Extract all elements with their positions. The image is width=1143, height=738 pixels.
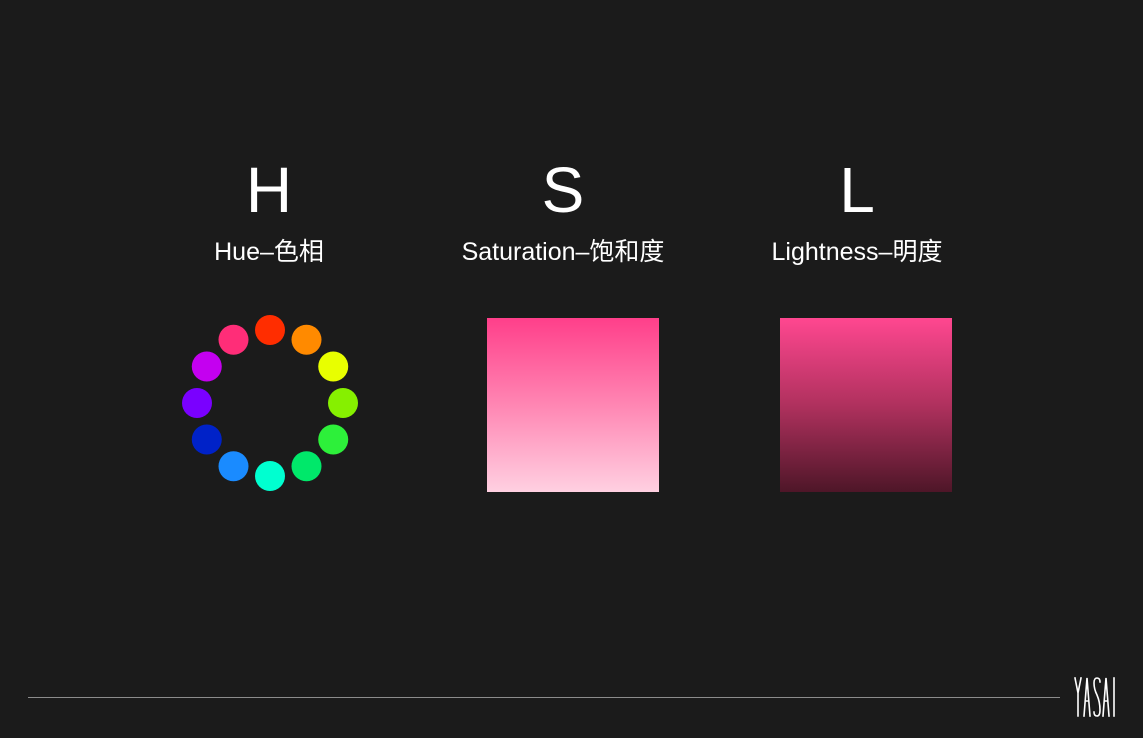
hue-dot <box>218 451 249 482</box>
saturation-label: Saturation–饱和度 <box>461 238 665 266</box>
hue-dot <box>318 351 349 382</box>
hue-dot <box>328 388 358 418</box>
hue-dot <box>291 451 322 482</box>
hue-column: H Hue–色相 <box>119 150 419 270</box>
hue-dot <box>182 388 212 418</box>
saturation-letter: S <box>541 154 585 226</box>
hue-color-wheel <box>182 315 358 491</box>
yasai-logo <box>1074 677 1115 717</box>
hue-dot <box>191 351 222 382</box>
hue-letter: H <box>245 154 293 226</box>
saturation-column: S Saturation–饱和度 <box>413 150 713 270</box>
hue-dot <box>318 424 349 455</box>
lightness-column: L Lightness–明度 <box>707 150 1007 270</box>
lightness-label: Lightness–明度 <box>771 238 943 266</box>
saturation-gradient-swatch <box>487 318 659 492</box>
hue-dot <box>255 315 285 345</box>
hue-label: Hue–色相 <box>214 238 324 266</box>
hue-dot <box>255 461 285 491</box>
lightness-gradient-swatch <box>780 318 952 492</box>
hue-dot <box>191 424 222 455</box>
lightness-letter: L <box>839 154 875 226</box>
hue-dot <box>218 324 249 355</box>
hsl-slide: { "columns": [ {"letter": "H", "label": … <box>0 0 1143 738</box>
hue-dot <box>291 324 322 355</box>
footer-divider <box>28 697 1060 698</box>
